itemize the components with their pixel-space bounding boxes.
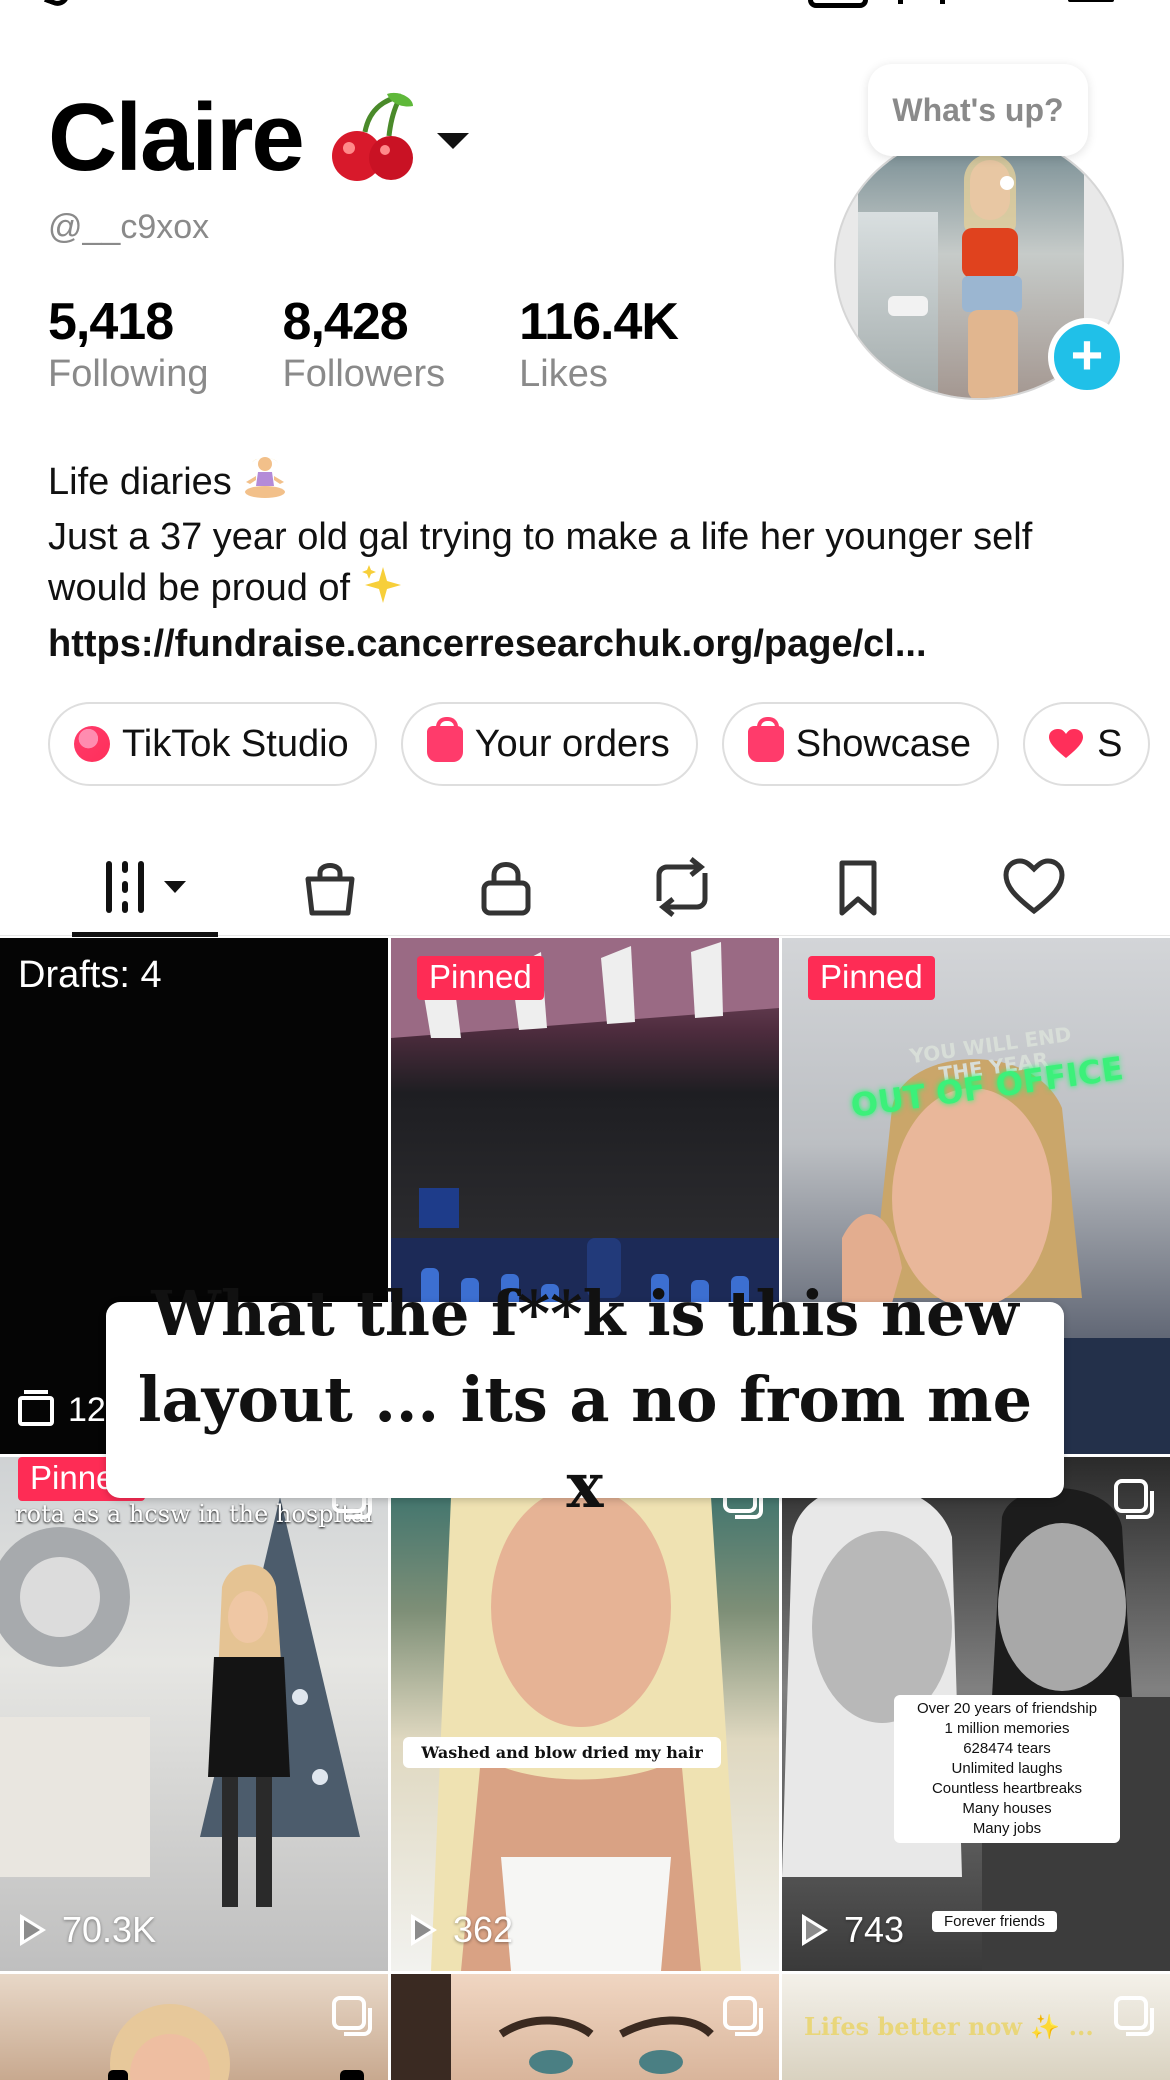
plus-icon: + bbox=[1070, 323, 1104, 386]
add-story-button[interactable]: + bbox=[1048, 318, 1126, 396]
showcase-bag-icon bbox=[747, 717, 784, 762]
video-tile[interactable] bbox=[391, 1974, 779, 2080]
bio-line-2: Just a 37 year old gal trying to make a … bbox=[48, 516, 1033, 610]
cherry-emoji-icon bbox=[329, 92, 415, 184]
view-count: 70.3K bbox=[20, 1909, 156, 1951]
tab-favorites[interactable] bbox=[823, 852, 893, 922]
video-tile[interactable]: Lifes better now ✨ ... bbox=[782, 1974, 1170, 2080]
bookmark-icon bbox=[839, 860, 877, 916]
play-icon bbox=[411, 1914, 437, 1946]
studio-icon bbox=[74, 726, 110, 762]
multi-photo-icon bbox=[723, 1996, 763, 2036]
stat-label: Followers bbox=[282, 353, 446, 395]
video-thumbnail bbox=[110, 2004, 230, 2080]
play-icon bbox=[20, 1914, 46, 1946]
stat-value: 116.4K bbox=[519, 293, 679, 351]
stat-likes[interactable]: 116.4K Likes bbox=[519, 292, 679, 396]
multi-photo-icon bbox=[1114, 1479, 1154, 1519]
chip-label: Showcase bbox=[795, 722, 972, 765]
tab-videos[interactable] bbox=[100, 852, 200, 922]
view-count: 362 bbox=[411, 1909, 513, 1951]
profile-bio: Life diaries Just a 37 year old gal tryi… bbox=[48, 456, 1128, 670]
chip-label: S bbox=[1097, 722, 1123, 765]
view-count-value: 70.3K bbox=[62, 1909, 157, 1950]
back-icon[interactable] bbox=[43, 0, 71, 10]
tab-private[interactable] bbox=[471, 852, 541, 922]
stat-label: Following bbox=[48, 353, 209, 395]
play-icon bbox=[802, 1914, 828, 1946]
stat-label: Likes bbox=[519, 353, 608, 395]
chip-showcase[interactable]: Showcase bbox=[721, 702, 1000, 786]
bio-line-1: Life diaries bbox=[48, 461, 232, 504]
video-tile[interactable]: Over 20 years of friendship 1 million me… bbox=[782, 1457, 1170, 1971]
profile-handle: @__c9xox bbox=[48, 208, 210, 246]
profile-name-row[interactable]: Claire bbox=[48, 88, 469, 188]
chip-label: TikTok Studio bbox=[122, 722, 349, 765]
heart-outline-icon bbox=[1003, 858, 1065, 915]
drafts-box-icon bbox=[18, 1389, 54, 1426]
stat-following[interactable]: 5,418 Following bbox=[48, 292, 209, 396]
stat-value: 8,428 bbox=[282, 293, 409, 351]
video-caption: Over 20 years of friendship 1 million me… bbox=[894, 1695, 1120, 1843]
chip-label: Your orders bbox=[474, 722, 670, 765]
note-bubble[interactable]: What's up? bbox=[868, 64, 1088, 156]
drafts-count-value: 12 bbox=[68, 1391, 106, 1429]
drafts-label: Drafts: 4 bbox=[18, 954, 162, 996]
video-caption: Lifes better now ✨ ... bbox=[804, 2012, 1094, 2041]
pinned-badge: Pinned bbox=[417, 956, 544, 1000]
video-caption: Washed and blow dried my hair bbox=[403, 1737, 721, 1768]
stat-followers[interactable]: 8,428 Followers bbox=[283, 292, 446, 396]
meditation-emoji-icon bbox=[242, 456, 288, 512]
pinned-badge: Pinned bbox=[808, 956, 935, 1000]
profile-stats: 5,418 Following 8,428 Followers 116.4K L… bbox=[48, 292, 752, 396]
videos-grid-icon bbox=[106, 861, 186, 913]
tab-liked[interactable] bbox=[999, 852, 1069, 922]
account-switch-caret-icon[interactable] bbox=[436, 133, 469, 149]
view-count-value: 743 bbox=[844, 1909, 905, 1950]
active-tab-indicator bbox=[72, 932, 218, 937]
chip-your-orders[interactable]: Your orders bbox=[400, 702, 698, 786]
video-thumbnail bbox=[391, 1974, 714, 2080]
meme-overlay-caption: What the f**k is this new layout ... its… bbox=[106, 1277, 1064, 1522]
shop-bag-icon bbox=[305, 863, 355, 916]
stat-value: 5,418 bbox=[48, 293, 174, 351]
menu-icon[interactable] bbox=[1068, 0, 1114, 2]
lock-icon bbox=[481, 862, 531, 916]
bottom-nav-fragment bbox=[340, 2070, 364, 2080]
video-tile[interactable]: Washed and blow dried my hair 362 bbox=[391, 1457, 779, 1971]
sparkles-emoji-icon bbox=[361, 563, 405, 617]
view-count: 743 bbox=[802, 1909, 904, 1951]
profile-chips: TikTok Studio Your orders Showcase S bbox=[48, 702, 1170, 786]
multi-photo-icon bbox=[332, 1996, 372, 2036]
multi-photo-icon bbox=[1114, 1996, 1154, 2036]
profile-name: Claire bbox=[48, 84, 305, 191]
video-tile[interactable]: rota as a hcsw in the hospital Pinned 70… bbox=[0, 1457, 388, 1971]
bubble-tail bbox=[1000, 176, 1014, 190]
video-caption-2: Forever friends bbox=[932, 1911, 1057, 1932]
footprint-icon[interactable] bbox=[898, 0, 910, 4]
bottom-nav-fragment bbox=[108, 2070, 128, 2080]
chip-partial[interactable]: S bbox=[1023, 702, 1151, 786]
footprint-icon-2 bbox=[940, 0, 952, 4]
heart-icon bbox=[1049, 726, 1085, 762]
chip-tiktok-studio[interactable]: TikTok Studio bbox=[48, 702, 377, 786]
repost-icon bbox=[656, 857, 708, 917]
view-count-value: 362 bbox=[453, 1909, 514, 1950]
screen-icon[interactable] bbox=[808, 0, 868, 8]
top-bar bbox=[0, 0, 1170, 20]
video-tile[interactable] bbox=[0, 1974, 388, 2080]
video-thumbnail bbox=[0, 1497, 360, 1907]
bio-link[interactable]: https://fundraise.cancerresearchuk.org/p… bbox=[48, 619, 1128, 670]
video-thumbnail bbox=[431, 1457, 741, 1971]
tab-shop[interactable] bbox=[295, 852, 365, 922]
tab-reposts[interactable] bbox=[647, 852, 717, 922]
orders-bag-icon bbox=[426, 717, 463, 762]
drafts-count: 12 bbox=[18, 1389, 106, 1430]
profile-tabs bbox=[0, 838, 1170, 937]
